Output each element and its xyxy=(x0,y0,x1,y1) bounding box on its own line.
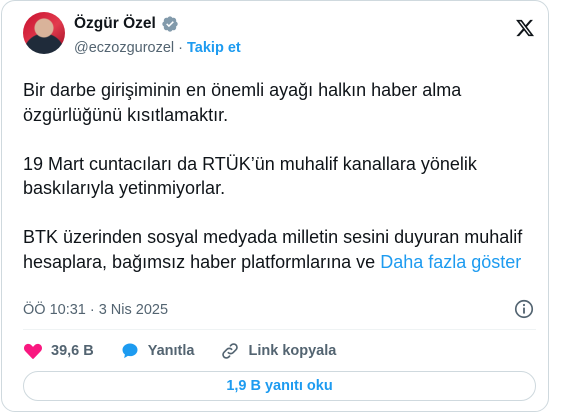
read-replies-label: 1,9 B yanıtı oku xyxy=(226,378,333,394)
show-more-link[interactable]: Daha fazla göster xyxy=(380,252,521,272)
reply-label: Yanıtla xyxy=(147,343,195,359)
follow-link[interactable]: Takip et xyxy=(187,40,241,56)
tweet-paragraph-last: BTK üzerinden sosyal medyada milletin se… xyxy=(23,225,538,274)
tweet-time[interactable]: ÖÖ 10:31 xyxy=(23,302,86,318)
link-icon xyxy=(222,343,239,359)
verified-badge-icon xyxy=(162,16,178,32)
reply-button[interactable]: Yanıtla xyxy=(120,341,195,361)
divider xyxy=(23,329,536,330)
action-bar: 39,6 B Yanıtla Link kopyala xyxy=(23,341,362,361)
copy-link-button[interactable]: Link kopyala xyxy=(220,341,336,361)
author-handle[interactable]: @eczozgurozel xyxy=(74,40,174,56)
info-icon[interactable] xyxy=(513,298,535,320)
heart-icon xyxy=(23,343,43,359)
tweet-card: Özgür Özel @eczozgurozel · Takip et Bir … xyxy=(1,0,549,412)
copy-link-label: Link kopyala xyxy=(248,343,337,359)
tweet-paragraph: 19 Mart cuntacıları da RTÜK’ün muhalif k… xyxy=(23,153,477,199)
author-name[interactable]: Özgür Özel xyxy=(74,15,156,33)
tweet-text: Bir darbe girişiminin en önemli ayağı ha… xyxy=(23,78,538,274)
author-name-row: Özgür Özel xyxy=(74,15,179,33)
read-replies-button[interactable]: 1,9 B yanıtı oku xyxy=(23,371,536,401)
handle-row: @eczozgurozel · Takip et xyxy=(74,40,241,56)
handle-separator: · xyxy=(178,40,183,56)
like-button[interactable]: 39,6 B xyxy=(23,341,94,361)
tweet-date[interactable]: 3 Nis 2025 xyxy=(99,302,168,318)
speech-bubble-icon xyxy=(122,343,138,359)
tweet-meta: ÖÖ 10:31 · 3 Nis 2025 xyxy=(23,302,168,318)
like-count: 39,6 B xyxy=(51,343,94,359)
x-logo-icon[interactable] xyxy=(514,18,536,38)
tweet-paragraph: Bir darbe girişiminin en önemli ayağı ha… xyxy=(23,80,462,125)
avatar[interactable] xyxy=(23,12,65,54)
meta-separator: · xyxy=(89,302,95,318)
